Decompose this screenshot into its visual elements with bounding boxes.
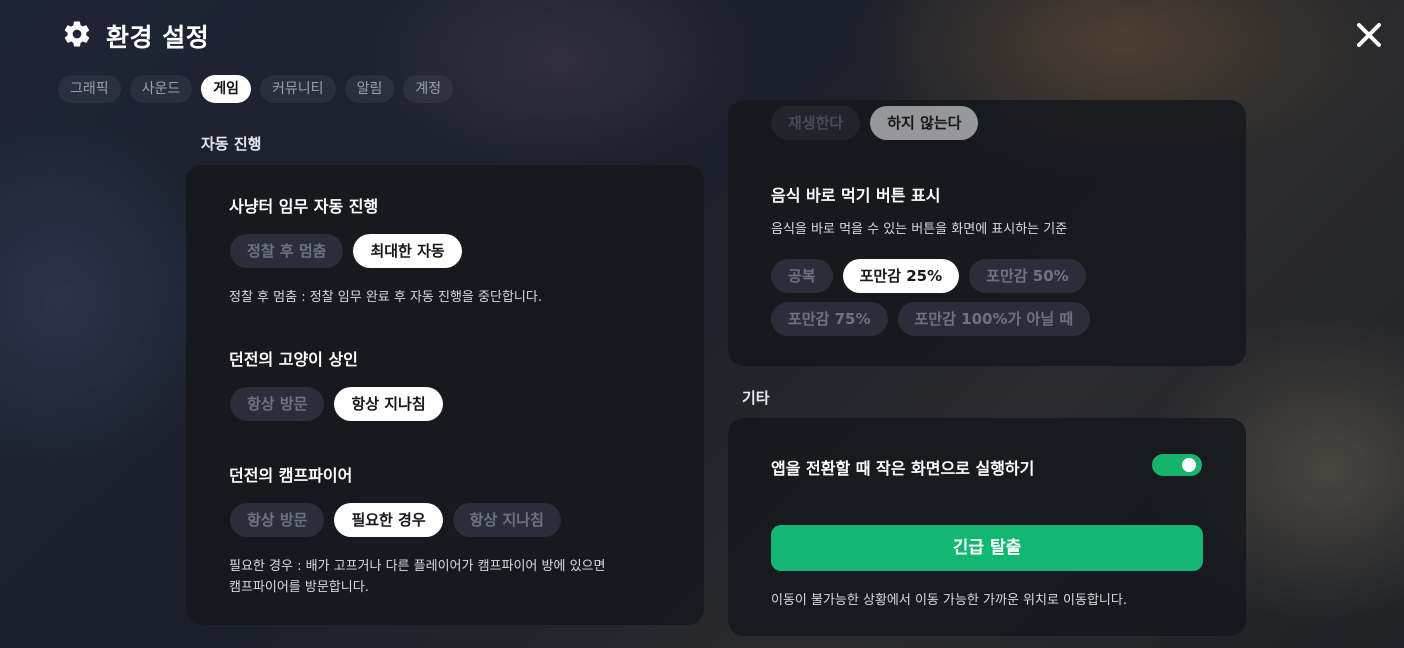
tab-sound[interactable]: 사운드 <box>129 75 193 103</box>
option-always-pass[interactable]: 항상 지나침 <box>452 503 561 537</box>
section-label-etc: 기타 <box>742 389 770 407</box>
settings-header: 환경 설정 <box>62 18 209 54</box>
hunt-mission-options: 정찰 후 멈춤 최대한 자동 <box>230 234 462 268</box>
hunt-mission-title: 사냥터 임무 자동 진행 <box>229 197 379 216</box>
emergency-description: 이동이 불가능한 상황에서 이동 가능한 가까운 위치로 이동합니다. <box>771 593 1127 608</box>
small-screen-label: 앱을 전환할 때 작은 화면으로 실행하기 <box>771 459 1035 478</box>
campfire-description-line2: 캠프파이어를 방문합니다. <box>229 580 369 595</box>
section-label-auto-progress: 자동 진행 <box>201 135 262 153</box>
option-stop-after-scout[interactable]: 정찰 후 멈춤 <box>230 234 344 268</box>
option-satiety-50[interactable]: 포만감 50% <box>969 259 1086 293</box>
tab-game[interactable]: 게임 <box>201 75 252 103</box>
cat-merchant-title: 던전의 고양이 상인 <box>229 350 358 369</box>
eat-button-options: 공복 포만감 25% 포만감 50% 포만감 75% 포만감 100%가 아닐 … <box>771 259 1211 336</box>
toggle-knob <box>1182 458 1196 472</box>
option-always-visit[interactable]: 항상 방문 <box>230 503 325 537</box>
campfire-description-line1: 필요한 경우 : 배가 고프거나 다른 플레이어가 캠프파이어 방에 있으면 <box>229 559 606 574</box>
eat-button-description: 음식을 바로 먹을 수 있는 버튼을 화면에 표시하는 기준 <box>771 222 1068 237</box>
cat-merchant-options: 항상 방문 항상 지나침 <box>230 387 443 421</box>
hunt-mission-description: 정찰 후 멈춤 : 정찰 임무 완료 후 자동 진행을 중단합니다. <box>229 290 542 305</box>
partial-options: 재생한다 하지 않는다 <box>771 106 979 140</box>
option-hungry[interactable]: 공복 <box>771 259 833 293</box>
small-screen-toggle[interactable] <box>1152 454 1202 476</box>
option-max-auto[interactable]: 최대한 자동 <box>353 234 462 268</box>
emergency-escape-button[interactable]: 긴급 탈출 <box>771 525 1203 571</box>
option-satiety-75[interactable]: 포만감 75% <box>771 302 888 336</box>
tab-graphics[interactable]: 그래픽 <box>58 75 121 103</box>
close-icon[interactable] <box>1350 16 1388 54</box>
option-satiety-25[interactable]: 포만감 25% <box>842 259 960 293</box>
option-do-not[interactable]: 하지 않는다 <box>870 106 979 140</box>
campfire-title: 던전의 캠프파이어 <box>229 466 353 485</box>
option-satiety-not-100[interactable]: 포만감 100%가 아닐 때 <box>897 302 1091 336</box>
option-play[interactable]: 재생한다 <box>771 106 861 140</box>
tab-community[interactable]: 커뮤니티 <box>260 75 336 103</box>
campfire-options: 항상 방문 필요한 경우 항상 지나침 <box>230 503 561 537</box>
tab-account[interactable]: 계정 <box>403 75 454 103</box>
gear-icon <box>62 19 92 53</box>
option-when-needed[interactable]: 필요한 경우 <box>334 503 443 537</box>
page-title: 환경 설정 <box>106 23 210 52</box>
eat-button-title: 음식 바로 먹기 버튼 표시 <box>771 186 941 205</box>
tab-notifications[interactable]: 알림 <box>344 75 395 103</box>
campfire-description: 필요한 경우 : 배가 고프거나 다른 플레이어가 캠프파이어 방에 있으면 캠… <box>229 556 605 598</box>
option-always-pass[interactable]: 항상 지나침 <box>334 387 443 421</box>
settings-tabs: 그래픽 사운드 게임 커뮤니티 알림 계정 <box>58 75 454 103</box>
option-always-visit[interactable]: 항상 방문 <box>230 387 325 421</box>
